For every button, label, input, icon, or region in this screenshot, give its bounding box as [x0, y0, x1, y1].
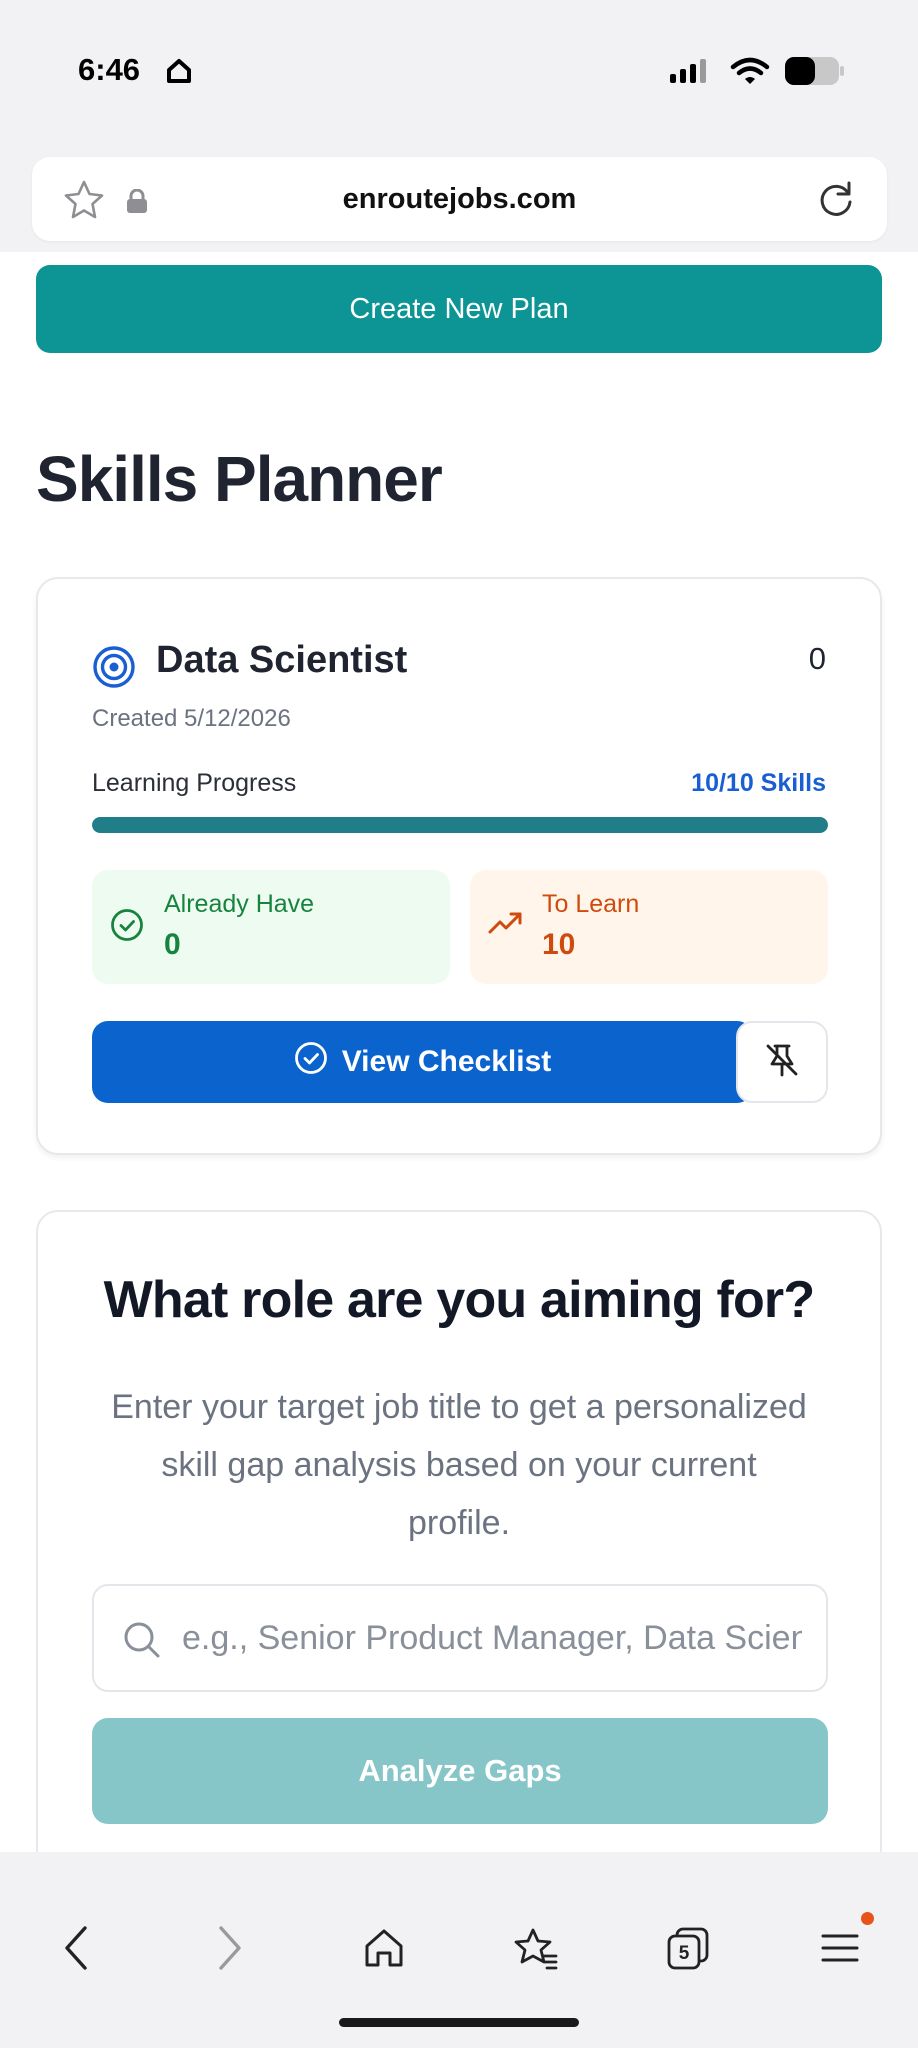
progress-label: Learning Progress [92, 769, 297, 797]
role-form-title: What role are you aiming for? [103, 1271, 815, 1329]
reload-icon[interactable] [815, 179, 857, 226]
role-search-input[interactable] [182, 1586, 802, 1690]
bookmarks-button[interactable] [506, 1918, 566, 1978]
menu-button[interactable] [810, 1912, 874, 1978]
unpin-button[interactable] [736, 1021, 828, 1103]
back-button[interactable] [46, 1918, 106, 1978]
notification-dot [861, 1912, 874, 1925]
status-indicators [668, 56, 846, 91]
role-target-card: What role are you aiming for? Enter your… [36, 1210, 882, 1878]
wifi-icon [730, 57, 770, 90]
trending-up-icon [488, 908, 524, 943]
view-checklist-button[interactable]: View Checklist [92, 1021, 753, 1103]
page-title: Skills Planner [36, 443, 443, 515]
to-learn-label: To Learn [542, 890, 640, 918]
plan-role-title: Data Scientist [156, 639, 408, 681]
signal-icon [668, 58, 716, 89]
pin-off-icon [763, 1041, 801, 1084]
check-circle-icon [294, 1041, 328, 1083]
address-bar[interactable]: enroutejobs.com [32, 157, 887, 241]
search-icon [122, 1620, 162, 1665]
progress-bar [92, 817, 828, 833]
browser-bottom-toolbar: 5 [0, 1852, 918, 2048]
plan-card: Data Scientist 0 Created 5/12/2026 Learn… [36, 577, 882, 1155]
url-text[interactable]: enroutejobs.com [32, 183, 887, 216]
create-new-plan-button[interactable]: Create New Plan [36, 265, 882, 353]
home-button[interactable] [354, 1918, 414, 1978]
tabs-button[interactable]: 5 [658, 1918, 718, 1978]
already-have-label: Already Have [164, 890, 315, 918]
home-indicator [339, 2018, 579, 2027]
tab-count: 5 [679, 1943, 690, 1964]
view-checklist-label: View Checklist [341, 1045, 552, 1078]
home-status-icon [166, 58, 192, 89]
progress-bar-fill [92, 817, 828, 833]
to-learn-stat: To Learn 10 [470, 870, 828, 984]
role-form-description: Enter your target job title to get a per… [111, 1388, 807, 1542]
progress-skills-count: 10/10 Skills [691, 769, 826, 797]
status-time: 6:46 [78, 52, 141, 87]
plan-count: 0 [808, 641, 826, 676]
analyze-gaps-button[interactable]: Analyze Gaps [92, 1718, 828, 1824]
forward-button[interactable] [200, 1918, 260, 1978]
plan-created-date: Created 5/12/2026 [92, 705, 291, 732]
status-bar: 6:46 [0, 0, 918, 145]
to-learn-value: 10 [542, 928, 576, 961]
battery-icon [784, 56, 846, 91]
check-circle-icon [110, 908, 144, 947]
already-have-stat: Already Have 0 [92, 870, 450, 984]
target-icon [92, 645, 136, 694]
role-search-field[interactable] [92, 1584, 828, 1692]
already-have-value: 0 [164, 928, 181, 961]
